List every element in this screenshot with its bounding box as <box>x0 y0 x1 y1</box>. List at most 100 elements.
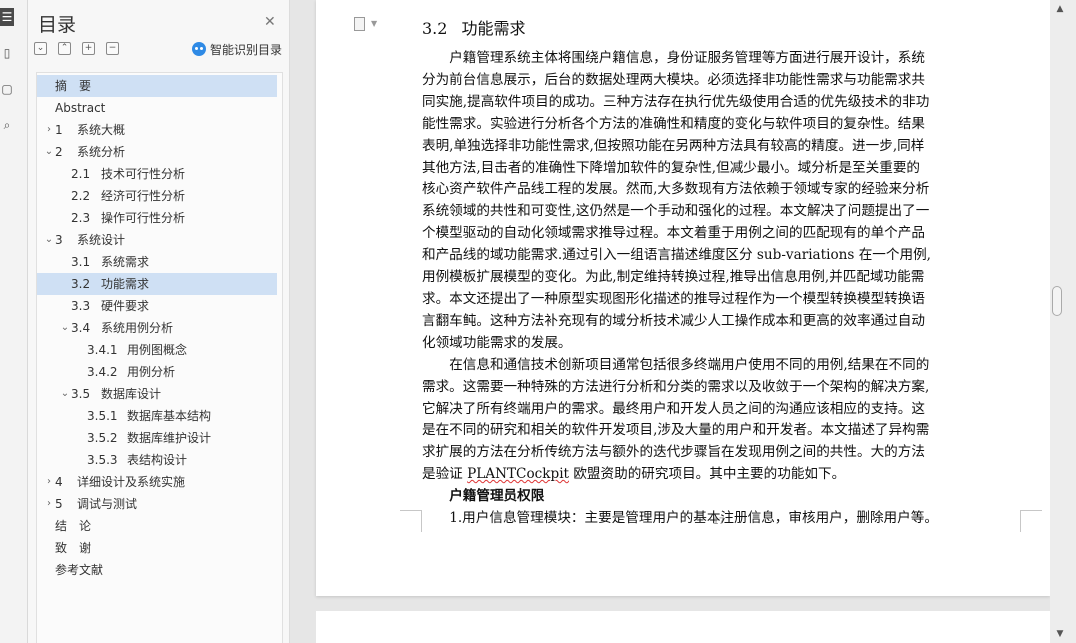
collapse-all-icon[interactable]: ⌄ <box>34 42 47 55</box>
vertical-scrollbar[interactable]: ▲ ▼ <box>1050 0 1076 643</box>
toc-item-number: 3.2 <box>71 277 91 291</box>
toc-item[interactable]: 2.2 经济可行性分析 <box>37 185 277 207</box>
toc-item-number: 3.5.3 <box>87 453 118 467</box>
toc-item[interactable]: 3.4.2 用例分析 <box>37 361 277 383</box>
next-page <box>316 611 1050 643</box>
toc-item-number: 2.2 <box>71 189 91 203</box>
chevron-down-icon[interactable]: ⌄ <box>43 229 55 251</box>
toc-item[interactable]: 3.3 硬件要求 <box>37 295 277 317</box>
text-line: 求。本文还提出了一种原型实现图形化描述的推导过程作为一个模型转换模型转换语 <box>422 290 925 307</box>
toc-item-label: 调试与测试 <box>77 497 138 511</box>
text-run: 是验证 <box>422 466 468 483</box>
chevron-right-icon[interactable]: › <box>43 119 55 141</box>
search-icon[interactable]: ⌕ <box>0 116 14 134</box>
toc-item-label: 数据库设计 <box>101 387 162 401</box>
page-icon[interactable]: ▢ <box>0 80 14 98</box>
text-line: 分为前台信息展示，后台的数据处理两大模块。必须选择非功能性需求与功能需求共 <box>422 71 925 88</box>
toc-item[interactable]: ⌄ 2 系统分析 <box>37 141 277 163</box>
toc-item[interactable]: 3.5.1 数据库基本结构 <box>37 405 277 427</box>
toc-item-label: 摘 要 <box>55 79 92 93</box>
toc-item-label: 系统大概 <box>77 123 126 137</box>
add-icon[interactable]: + <box>82 42 95 55</box>
document-icon[interactable] <box>354 17 365 31</box>
toc-item[interactable]: 3.2 功能需求 <box>37 273 277 295</box>
toc-item-number: 1 <box>55 123 63 137</box>
text-line: 用例模板扩展模型的变化。为此,制定维持转换过程,推导出信息用例,并匹配域功能需 <box>422 269 925 286</box>
section-heading: 3.2 功能需求 <box>422 15 525 39</box>
toc-item[interactable]: 致 谢 <box>37 537 277 559</box>
toc-item-label: 功能需求 <box>101 277 150 291</box>
chevron-down-icon[interactable]: ▼ <box>371 19 377 28</box>
panel-gutter <box>290 0 316 643</box>
toc-item-label: 致 谢 <box>55 541 92 555</box>
toc-item-number: 3.5.1 <box>87 409 118 423</box>
text-line: 个模型驱动的自动化领域需求推导过程。本文着重于用例之间的匹配现有的单个产品 <box>422 225 925 242</box>
chevron-down-icon[interactable]: ⌄ <box>43 141 55 163</box>
toc-item[interactable]: › 4 详细设计及系统实施 <box>37 471 277 493</box>
left-tool-strip: ☰ ▯ ▢ ⌕ <box>0 0 28 643</box>
scroll-down-icon[interactable]: ▼ <box>1055 629 1065 639</box>
text-line: 它解决了所有终端用户的需求。最终用户和开发人员之间的沟通应该相应的支持。这 <box>422 400 925 417</box>
text-line: 能性需求。实验进行分析各个方法的准确性和精度的变化与软件项目的复杂性。结果 <box>422 115 925 132</box>
text-line: 在信息和通信技术创新项目通常包括很多终端用户使用不同的用例,结果在不同的 <box>449 356 930 373</box>
heading-number: 3.2 <box>422 19 448 38</box>
toc-icon[interactable]: ☰ <box>0 8 14 26</box>
text-line: 需求。这需要一种特殊的方法进行分析和分类的需求以及收敛于一个架构的解决方案, <box>422 378 930 395</box>
scroll-up-icon[interactable]: ▲ <box>1055 4 1065 14</box>
expand-up-icon[interactable]: ⌃ <box>58 42 71 55</box>
toc-item[interactable]: 2.3 操作可行性分析 <box>37 207 277 229</box>
toc-item-number: 3.4.1 <box>87 343 118 357</box>
toc-item-label: 用例图概念 <box>127 343 188 357</box>
toc-item[interactable]: › 5 调试与测试 <box>37 493 277 515</box>
toc-item[interactable]: ⌄ 3 系统设计 <box>37 229 277 251</box>
toc-item[interactable]: › 1 系统大概 <box>37 119 277 141</box>
toc-item-label: 详细设计及系统实施 <box>77 475 186 489</box>
toc-item-label: 操作可行性分析 <box>101 211 186 225</box>
toc-item[interactable]: 参考文献 <box>37 559 277 581</box>
text-line: 表明,单独选择非功能性需求,但按照功能在另两种方法具有较高的精度。进一步,同样 <box>422 137 925 154</box>
toc-item[interactable]: 3.5.2 数据库维护设计 <box>37 427 277 449</box>
toc-item-label: 系统用例分析 <box>101 321 174 335</box>
toc-item-label: 硬件要求 <box>101 299 150 313</box>
toc-item-number: 2.1 <box>71 167 91 181</box>
toc-item[interactable]: 结 论 <box>37 515 277 537</box>
toc-item[interactable]: 3.4.1 用例图概念 <box>37 339 277 361</box>
chevron-right-icon[interactable]: › <box>43 471 55 493</box>
toc-item-number: 3.3 <box>71 299 91 313</box>
toc-item[interactable]: ⌄ 3.5 数据库设计 <box>37 383 277 405</box>
toc-item[interactable]: 摘 要 <box>37 75 277 97</box>
toc-item[interactable]: 2.1 技术可行性分析 <box>37 163 277 185</box>
toc-item[interactable]: 3.1 系统需求 <box>37 251 277 273</box>
toc-item-number: 3.5.2 <box>87 431 118 445</box>
bookmark-icon[interactable]: ▯ <box>0 44 14 62</box>
bold-subheading: 户籍管理员权限 <box>449 488 545 505</box>
toc-item[interactable]: ⌄ 3.4 系统用例分析 <box>37 317 277 339</box>
chevron-right-icon[interactable]: › <box>43 493 55 515</box>
smart-toc-label: 智能识别目录 <box>210 43 283 57</box>
remove-icon[interactable]: − <box>106 42 119 55</box>
toc-item[interactable]: Abstract <box>37 97 277 119</box>
toc-item-number: 3 <box>55 233 63 247</box>
paragraph-2-last-line: 是验证 PLANTCockpit 欧盟资助的研究项目。其中主要的功能如下。 <box>422 464 1020 486</box>
smart-toc-button[interactable]: 智能识别目录 <box>192 42 282 58</box>
text-line: 言翻车鲀。这种方法补充现有的域分析技术减少人工操作成本和更高的效率通过自动 <box>422 312 925 329</box>
text-run: 欧盟资助的研究项目。其中主要的功能如下。 <box>569 466 846 483</box>
spellcheck-word: PLANTCockpit <box>467 466 570 483</box>
toc-item-number: 3.4 <box>71 321 91 335</box>
paragraph-1: 户籍管理系统主体将围绕户籍信息，身份证服务管理等方面进行展开设计，系统分为前台信… <box>422 48 1020 355</box>
robot-icon <box>192 42 206 56</box>
text-line: 户籍管理系统主体将围绕户籍信息，身份证服务管理等方面进行展开设计，系统 <box>449 50 925 66</box>
text-line: 是在不同的研究和相关的软件开发项目,涉及大量的用户和开发者。本文描述了异构需 <box>422 422 930 439</box>
close-icon[interactable]: ✕ <box>264 14 276 30</box>
toc-item-label: 结 论 <box>55 519 92 533</box>
toc-list: 摘 要 Abstract › 1 系统大概 ⌄ 2 系统分析 2.1 技术可行性分析 2.2 经济可行… <box>36 72 283 643</box>
text-line: 其他方法,目击者的准确性下降增加软件的复杂性,但减少最小。域分析是至关重要的 <box>422 159 921 176</box>
chevron-down-icon[interactable]: ⌄ <box>59 317 71 339</box>
scroll-thumb[interactable] <box>1052 286 1062 316</box>
toc-item[interactable]: 3.5.3 表结构设计 <box>37 449 277 471</box>
toc-item-number: 4 <box>55 475 63 489</box>
toc-item-number: 5 <box>55 497 63 511</box>
chevron-down-icon[interactable]: ⌄ <box>59 383 71 405</box>
document-body[interactable]: 户籍管理系统主体将围绕户籍信息，身份证服务管理等方面进行展开设计，系统分为前台信… <box>422 48 1020 530</box>
page-corner-mark <box>1020 510 1042 532</box>
